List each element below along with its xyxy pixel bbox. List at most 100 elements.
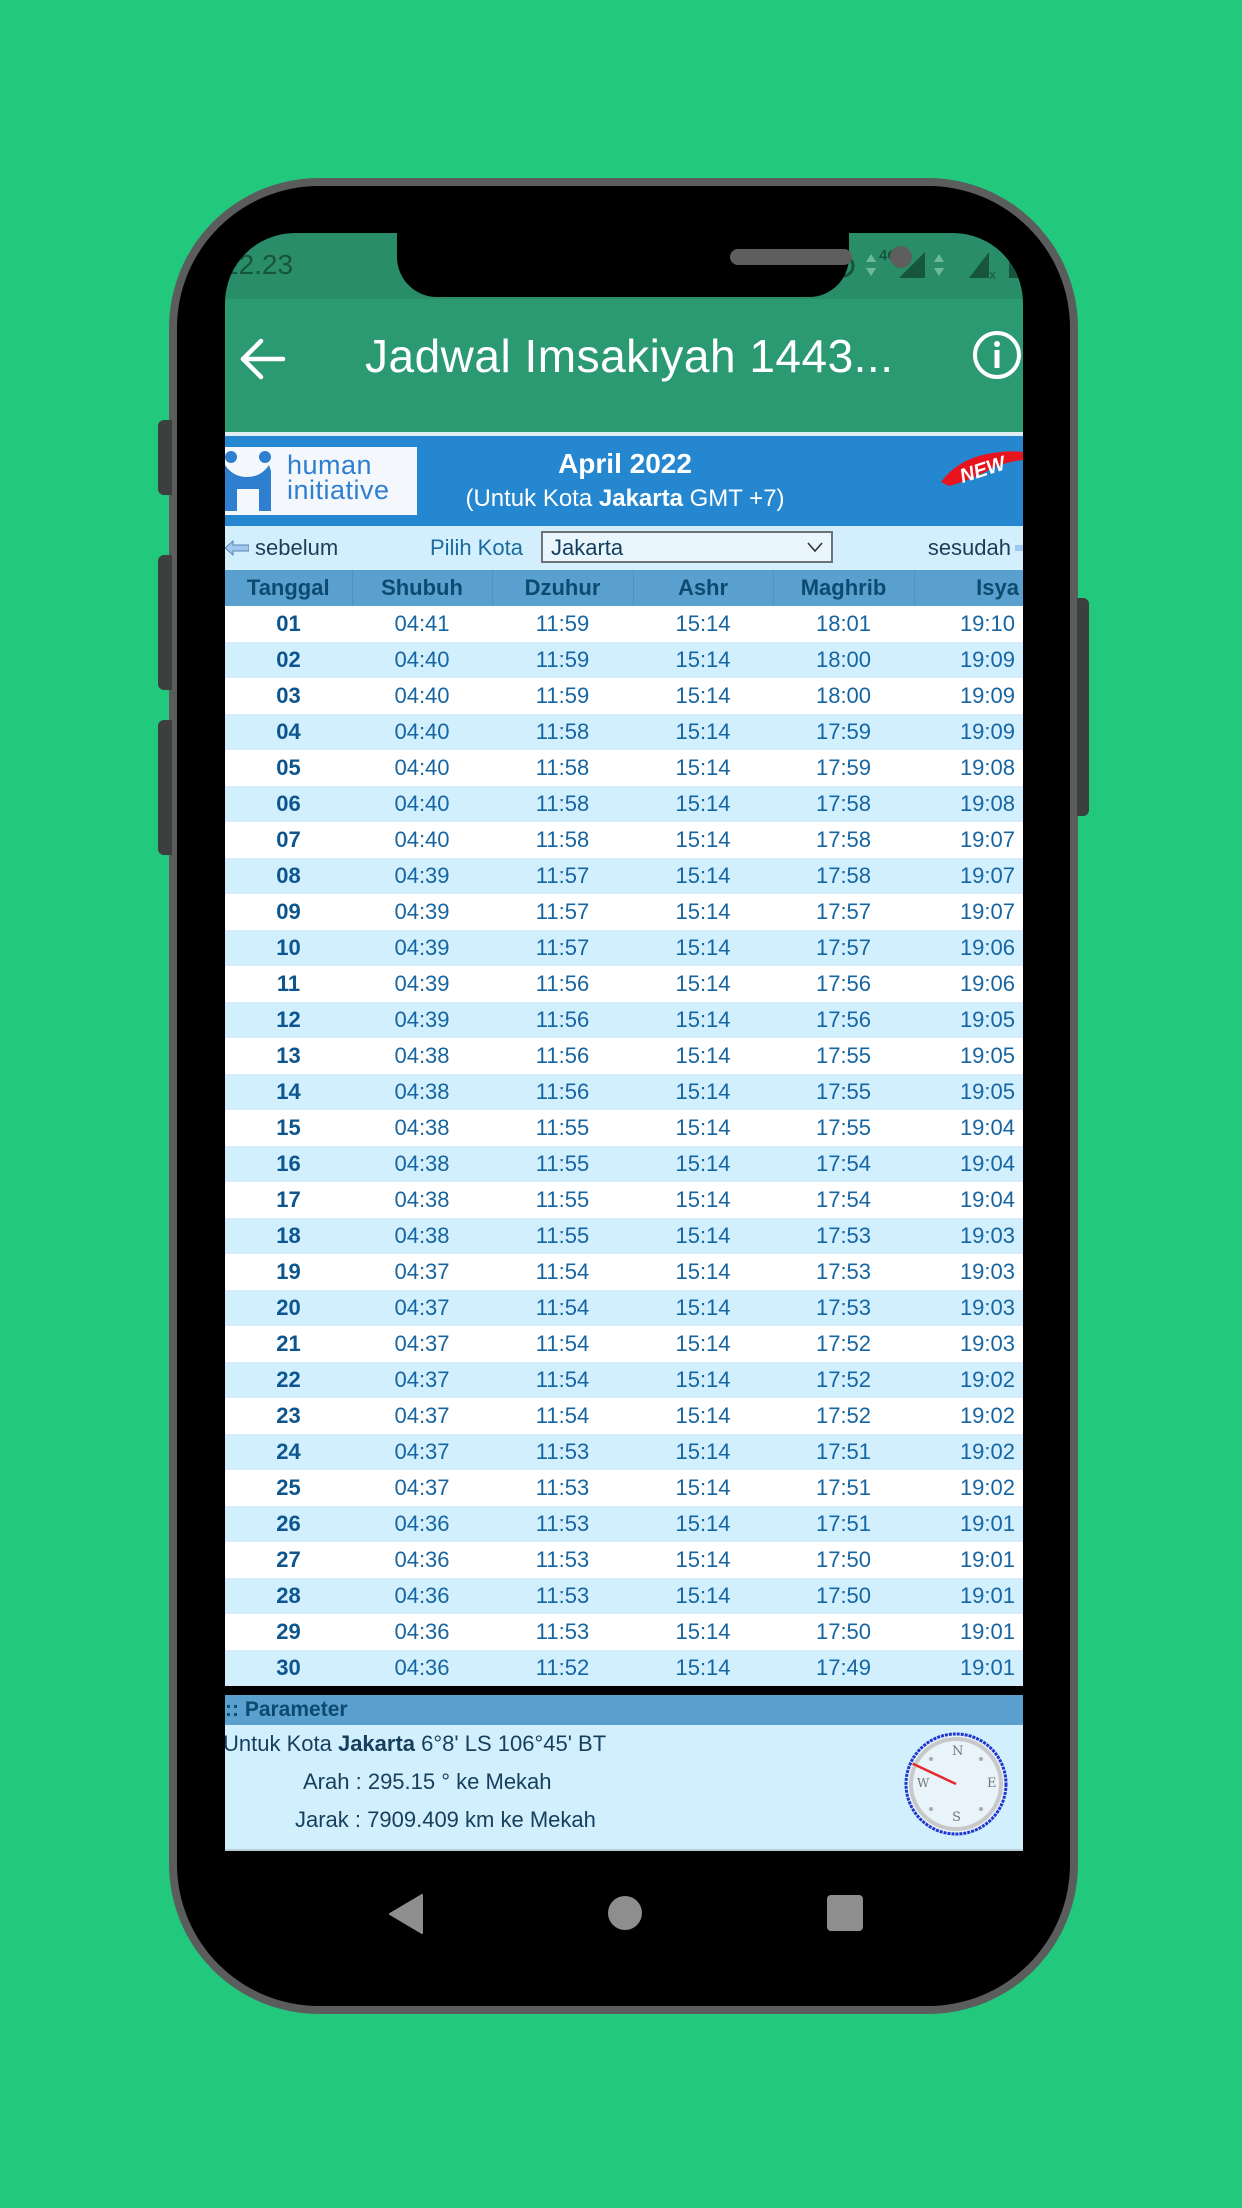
cell-isya: 19:03 [914, 1254, 1023, 1290]
cell-isya: 19:04 [914, 1182, 1023, 1218]
cell-isya: 19:07 [914, 894, 1023, 930]
city-select-label: Pilih Kota [430, 535, 523, 560]
app-bar: Jadwal Imsakiyah 1443... [225, 299, 1023, 432]
cell-ashr: 15:14 [633, 1362, 773, 1398]
cell-isya: 19:10 [914, 606, 1023, 642]
cell-maghrib: 17:55 [773, 1074, 914, 1110]
table-row: 24 04:37 11:53 15:14 17:51 19:02 [225, 1434, 1023, 1470]
nav-recents-icon[interactable] [826, 1894, 864, 1932]
cell-dzuhur: 11:54 [492, 1362, 633, 1398]
cell-maghrib: 17:54 [773, 1182, 914, 1218]
cell-maghrib: 17:50 [773, 1542, 914, 1578]
cell-shubuh: 04:39 [352, 858, 492, 894]
cell-date: 26 [225, 1506, 352, 1542]
cell-date: 28 [225, 1578, 352, 1614]
cell-isya: 19:07 [914, 858, 1023, 894]
cell-shubuh: 04:37 [352, 1326, 492, 1362]
cell-shubuh: 04:38 [352, 1038, 492, 1074]
cell-date: 12 [225, 1002, 352, 1038]
table-row: 27 04:36 11:53 15:14 17:50 19:01 [225, 1542, 1023, 1578]
cell-maghrib: 17:59 [773, 750, 914, 786]
cell-maghrib: 17:53 [773, 1218, 914, 1254]
cell-ashr: 15:14 [633, 642, 773, 678]
cell-isya: 19:05 [914, 1002, 1023, 1038]
cell-ashr: 15:14 [633, 822, 773, 858]
cell-ashr: 15:14 [633, 1002, 773, 1038]
table-row: 19 04:37 11:54 15:14 17:53 19:03 [225, 1254, 1023, 1290]
table-row: 25 04:37 11:53 15:14 17:51 19:02 [225, 1470, 1023, 1506]
cell-maghrib: 18:00 [773, 678, 914, 714]
cell-shubuh: 04:37 [352, 1290, 492, 1326]
table-row: 11 04:39 11:56 15:14 17:56 19:06 [225, 966, 1023, 1002]
cell-date: 03 [225, 678, 352, 714]
table-row: 02 04:40 11:59 15:14 18:00 19:09 [225, 642, 1023, 678]
table-row: 21 04:37 11:54 15:14 17:52 19:03 [225, 1326, 1023, 1362]
cell-ashr: 15:14 [633, 1614, 773, 1650]
month-title: April 2022 [558, 448, 692, 479]
cell-maghrib: 17:54 [773, 1146, 914, 1182]
svg-text:N: N [952, 1744, 963, 1759]
no-signal-icon: x [969, 252, 996, 280]
nav-back-icon[interactable] [388, 1893, 424, 1935]
phone-screen: 22.23 4G x Jadwal Imsakiyah 1443... huma… [225, 233, 1023, 1858]
table-row: 13 04:38 11:56 15:14 17:55 19:05 [225, 1038, 1023, 1074]
cell-ashr: 15:14 [633, 1074, 773, 1110]
cell-maghrib: 17:51 [773, 1506, 914, 1542]
cell-ashr: 15:14 [633, 1398, 773, 1434]
svg-text:S: S [952, 1810, 961, 1825]
cell-shubuh: 04:36 [352, 1542, 492, 1578]
cell-dzuhur: 11:58 [492, 714, 633, 750]
cell-dzuhur: 11:55 [492, 1182, 633, 1218]
table-row: 28 04:36 11:53 15:14 17:50 19:01 [225, 1578, 1023, 1614]
phone-side-button [158, 420, 172, 495]
cell-shubuh: 04:39 [352, 894, 492, 930]
cell-dzuhur: 11:59 [492, 606, 633, 642]
cell-ashr: 15:14 [633, 750, 773, 786]
table-row: 15 04:38 11:55 15:14 17:55 19:04 [225, 1110, 1023, 1146]
qibla-direction: Arah : 295.15 ° ke Mekah [303, 1769, 552, 1794]
cell-dzuhur: 11:53 [492, 1578, 633, 1614]
cell-shubuh: 04:36 [352, 1578, 492, 1614]
table-row: 29 04:36 11:53 15:14 17:50 19:01 [225, 1614, 1023, 1650]
cell-isya: 19:08 [914, 786, 1023, 822]
cell-ashr: 15:14 [633, 1326, 773, 1362]
cell-date: 29 [225, 1614, 352, 1650]
info-button[interactable] [971, 329, 1023, 385]
cell-dzuhur: 11:58 [492, 822, 633, 858]
cell-isya: 19:05 [914, 1074, 1023, 1110]
cell-isya: 19:02 [914, 1362, 1023, 1398]
cell-shubuh: 04:38 [352, 1146, 492, 1182]
cell-dzuhur: 11:59 [492, 678, 633, 714]
column-header-date: Tanggal [225, 570, 353, 606]
cell-date: 30 [225, 1650, 352, 1686]
city-select[interactable]: Jakarta [541, 531, 833, 563]
cell-date: 01 [225, 606, 352, 642]
cell-date: 21 [225, 1326, 352, 1362]
table-row: 23 04:37 11:54 15:14 17:52 19:02 [225, 1398, 1023, 1434]
cell-dzuhur: 11:53 [492, 1542, 633, 1578]
cell-maghrib: 17:52 [773, 1326, 914, 1362]
parameter-section: Untuk Kota Jakarta 6°8' LS 106°45' BT Ar… [225, 1725, 1023, 1849]
column-header-isya: Isya [914, 570, 1023, 606]
nav-home-icon[interactable] [607, 1895, 643, 1931]
chevron-down-icon [807, 542, 823, 553]
cell-date: 10 [225, 930, 352, 966]
prayer-schedule-table: Tanggal Shubuh Dzuhur Ashr Maghrib Isya … [225, 570, 1023, 1686]
back-button[interactable] [235, 331, 291, 387]
cell-isya: 19:03 [914, 1326, 1023, 1362]
month-banner: human initiative April 2022 (Untuk Kota … [225, 436, 1023, 526]
cell-ashr: 15:14 [633, 1290, 773, 1326]
next-month-link[interactable]: sesudah [928, 535, 1023, 561]
cell-dzuhur: 11:54 [492, 1290, 633, 1326]
cell-dzuhur: 11:53 [492, 1470, 633, 1506]
previous-month-link[interactable]: sebelum [225, 535, 338, 561]
cell-dzuhur: 11:57 [492, 930, 633, 966]
city-coordinates: Untuk Kota Jakarta 6°8' LS 106°45' BT [225, 1731, 607, 1756]
cell-date: 15 [225, 1110, 352, 1146]
cell-maghrib: 18:01 [773, 606, 914, 642]
data-arrows-icon [934, 254, 944, 276]
speaker-grille [730, 249, 852, 265]
volume-down-button [158, 720, 172, 855]
cell-ashr: 15:14 [633, 1542, 773, 1578]
cell-maghrib: 17:58 [773, 858, 914, 894]
